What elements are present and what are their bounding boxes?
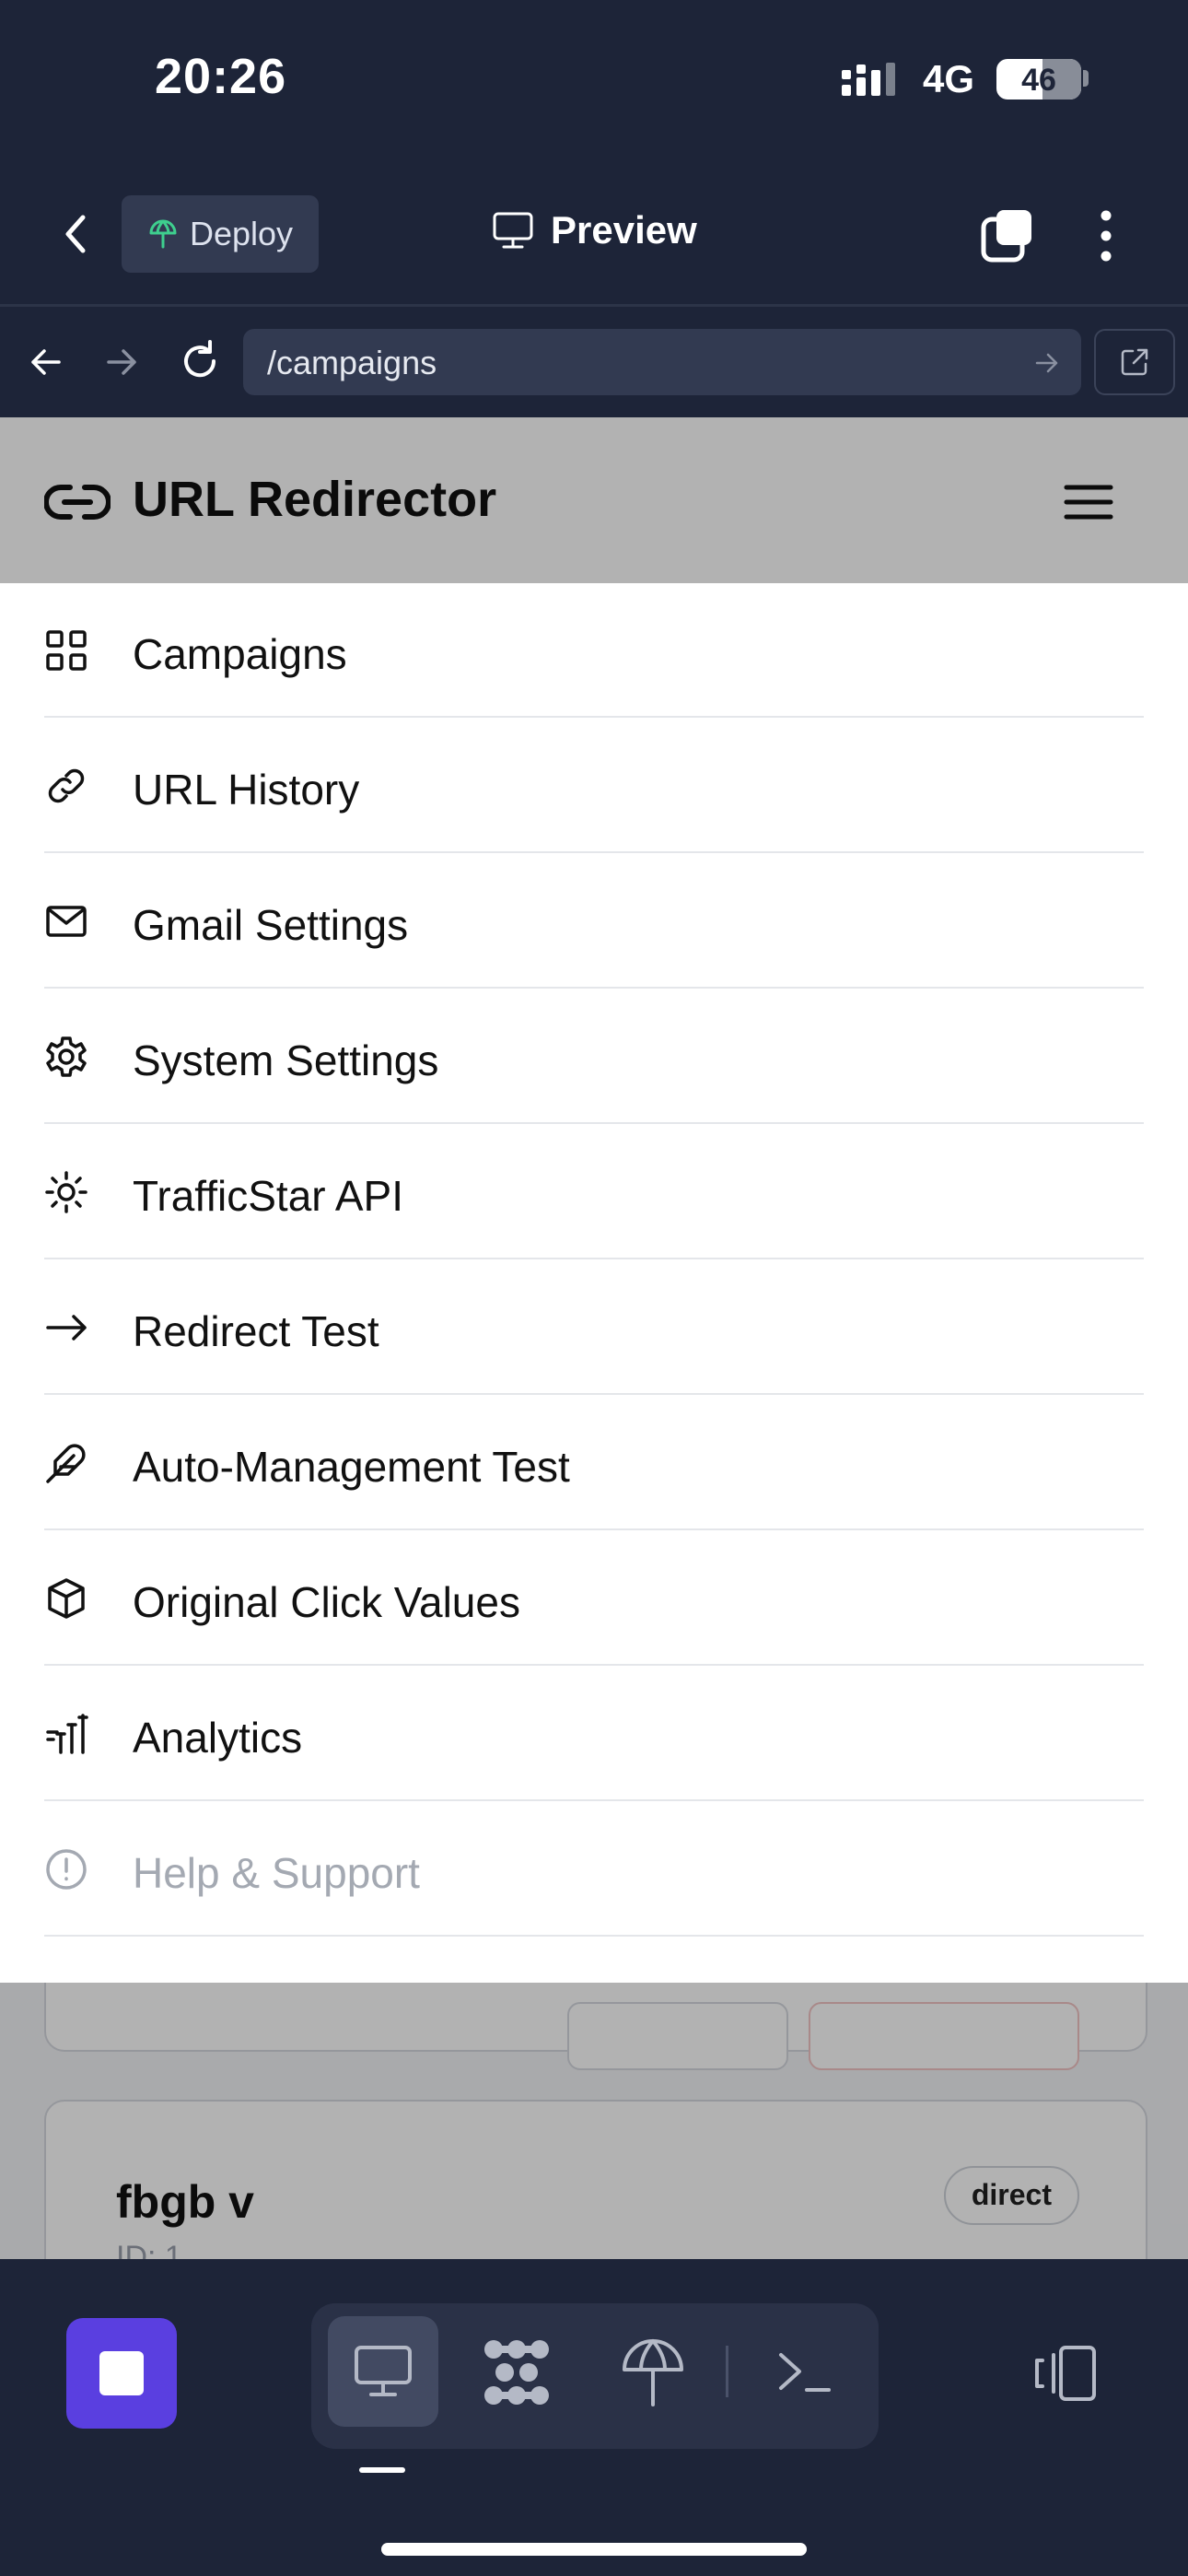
menu-item-label: Gmail Settings (133, 901, 409, 949)
web-content: URL Redirector fbgb v ID: 1 direct Campa… (0, 417, 1188, 2259)
preview-tab[interactable]: Preview (492, 208, 697, 252)
active-tab-indicator (359, 2467, 405, 2473)
menu-item-label: Auto-Management Test (133, 1443, 570, 1491)
menu-item-label: Analytics (133, 1714, 303, 1762)
more-options-icon[interactable] (1092, 206, 1120, 265)
alert-circle-icon (44, 1847, 88, 1891)
external-link-icon (1118, 345, 1151, 379)
menu-item-gmail-settings[interactable]: Gmail Settings (44, 854, 1144, 989)
dock-toolbar (311, 2303, 879, 2449)
menu-item-redirect-test[interactable]: Redirect Test (44, 1260, 1144, 1395)
url-text: /campaigns (267, 344, 437, 381)
back-icon[interactable] (52, 208, 103, 260)
network-icon[interactable] (475, 2331, 558, 2414)
browser-bar: /campaigns (0, 307, 1188, 417)
monitor-icon (353, 2344, 413, 2399)
gear-icon (44, 1035, 88, 1079)
menu-item-help-support[interactable]: Help & Support (44, 1802, 1144, 1937)
tabs-icon[interactable] (978, 206, 1037, 265)
menu-item-system-settings[interactable]: System Settings (44, 989, 1144, 1124)
terminal-icon[interactable] (763, 2331, 845, 2414)
link-icon (44, 764, 88, 808)
app-header: Deploy Preview (0, 166, 1188, 307)
deploy-icon (147, 218, 179, 250)
dock-separator (726, 2346, 728, 2397)
mail-icon (44, 899, 88, 943)
arrow-right-icon (44, 1306, 88, 1350)
status-time: 20:26 (155, 49, 287, 104)
menu-item-label: TrafficStar API (133, 1172, 403, 1220)
preview-label: Preview (551, 208, 697, 252)
network-type: 4G (923, 57, 975, 100)
menu-item-auto-management-test[interactable]: Auto-Management Test (44, 1396, 1144, 1530)
bar-chart-icon (44, 1712, 88, 1756)
menu-item-label: Help & Support (133, 1849, 420, 1897)
deploy-button[interactable]: Deploy (122, 195, 319, 273)
desktop-view-button[interactable] (328, 2316, 438, 2427)
menu-item-original-click-values[interactable]: Original Click Values (44, 1531, 1144, 1666)
battery-level: 46 (1021, 63, 1056, 98)
menu-item-analytics[interactable]: Analytics (44, 1667, 1144, 1801)
menu-item-label: Campaigns (133, 630, 347, 678)
url-bar[interactable]: /campaigns (243, 329, 1081, 395)
home-indicator (381, 2543, 807, 2556)
menu-item-label: URL History (133, 766, 360, 814)
stop-icon (99, 2351, 144, 2395)
sun-icon (44, 1170, 88, 1214)
menu-item-label: System Settings (133, 1036, 439, 1084)
grid-icon (44, 628, 88, 673)
signal-icon (840, 61, 904, 100)
menu-item-label: Redirect Test (133, 1307, 379, 1355)
devices-icon[interactable] (1031, 2344, 1100, 2403)
feather-icon (44, 1441, 88, 1485)
nav-back-icon[interactable] (26, 342, 66, 382)
menu-item-url-history[interactable]: URL History (44, 719, 1144, 853)
stop-button[interactable] (66, 2318, 177, 2429)
menu-item-campaigns[interactable]: Campaigns (44, 583, 1144, 718)
status-bar: 20:26 4G 46 (0, 0, 1188, 166)
url-go-icon[interactable] (1033, 349, 1061, 377)
monitor-icon (492, 211, 534, 250)
deploy-label: Deploy (190, 215, 294, 252)
deploy-icon[interactable] (611, 2331, 694, 2414)
box-icon (44, 1576, 88, 1621)
bottom-dock (0, 2259, 1188, 2576)
nav-forward-icon[interactable] (101, 342, 142, 382)
reload-icon[interactable] (177, 338, 223, 384)
battery-icon: 46 (996, 59, 1081, 100)
open-external-button[interactable] (1094, 329, 1175, 395)
nav-dropdown-menu: Campaigns URL History Gmail Settings Sys… (0, 583, 1188, 1983)
menu-item-label: Original Click Values (133, 1578, 520, 1626)
menu-item-trafficstar-api[interactable]: TrafficStar API (44, 1125, 1144, 1259)
